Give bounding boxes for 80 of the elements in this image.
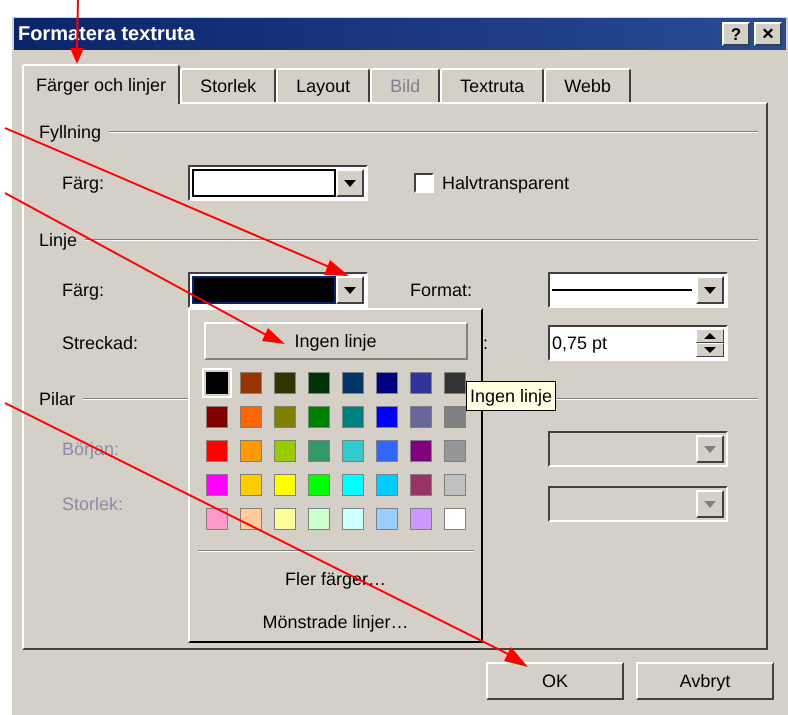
caret-icon xyxy=(344,286,356,294)
color-swatch[interactable] xyxy=(274,406,296,428)
tab[interactable]: Textruta xyxy=(440,68,544,102)
color-swatch[interactable] xyxy=(308,474,330,496)
close-button[interactable]: × xyxy=(754,22,782,46)
no-line-button[interactable]: Ingen linje xyxy=(204,322,468,360)
field-label: : xyxy=(483,332,488,354)
tab[interactable]: Storlek xyxy=(180,68,276,102)
color-swatch[interactable] xyxy=(308,440,330,462)
section-heading: Fyllning xyxy=(39,120,102,144)
weight-value: 0,75 pt xyxy=(552,332,608,355)
fill-color-dropdown[interactable] xyxy=(188,165,368,201)
color-swatch[interactable] xyxy=(274,474,296,496)
caret-icon xyxy=(344,180,356,186)
spin-down-button[interactable] xyxy=(696,343,724,357)
checkbox-label: Halvtransparent xyxy=(442,172,570,195)
color-swatch[interactable] xyxy=(410,372,432,394)
color-swatch[interactable] xyxy=(342,440,364,462)
dialog-button[interactable]: Avbryt xyxy=(636,662,774,700)
color-swatch[interactable] xyxy=(240,406,262,428)
color-swatch[interactable] xyxy=(444,406,466,428)
field-label: Format: xyxy=(410,278,472,302)
color-swatch[interactable] xyxy=(444,440,466,462)
color-swatch[interactable] xyxy=(376,440,398,462)
color-swatch[interactable] xyxy=(342,406,364,428)
color-swatch[interactable] xyxy=(376,474,398,496)
color-swatch[interactable] xyxy=(308,372,330,394)
tooltip: Ingen linje xyxy=(466,381,556,411)
color-swatch[interactable] xyxy=(444,474,466,496)
color-swatch[interactable] xyxy=(410,440,432,462)
dialog-button[interactable]: OK xyxy=(486,662,624,700)
color-swatch[interactable] xyxy=(206,508,228,530)
dropdown-button[interactable] xyxy=(336,276,364,304)
color-swatch[interactable] xyxy=(308,406,330,428)
color-swatch[interactable] xyxy=(410,508,432,530)
section-heading: Linje xyxy=(39,228,78,252)
color-swatch[interactable] xyxy=(240,372,262,394)
field-label: Streckad: xyxy=(62,332,138,354)
field-label: Färg: xyxy=(62,172,104,195)
dropdown-button[interactable] xyxy=(696,276,724,304)
caret-icon xyxy=(704,500,716,508)
color-swatch[interactable] xyxy=(206,406,228,428)
color-swatch[interactable] xyxy=(410,406,432,428)
line-format-dropdown[interactable] xyxy=(548,272,728,308)
color-swatch[interactable] xyxy=(342,372,364,394)
color-swatch[interactable] xyxy=(274,372,296,394)
patterned-lines-item[interactable]: Mönstrade linjer… xyxy=(262,609,409,636)
section-heading: Pilar xyxy=(39,388,76,410)
color-swatch[interactable] xyxy=(444,372,466,394)
help-button[interactable]: ? xyxy=(722,22,750,46)
color-swatch[interactable] xyxy=(342,508,364,530)
up-icon xyxy=(704,333,716,339)
dropdown-button[interactable] xyxy=(336,169,364,197)
color-swatch[interactable] xyxy=(274,440,296,462)
color-swatch[interactable] xyxy=(274,508,296,530)
color-swatch[interactable] xyxy=(376,372,398,394)
color-swatch[interactable] xyxy=(410,474,432,496)
field-label: Storlek: xyxy=(62,492,124,516)
color-swatch[interactable] xyxy=(342,474,364,496)
tab[interactable]: Färger och linjer xyxy=(22,64,180,104)
spin-up-button[interactable] xyxy=(696,329,724,343)
down-icon xyxy=(704,347,716,353)
color-swatch[interactable] xyxy=(444,508,466,530)
checkbox[interactable] xyxy=(414,173,434,193)
color-swatch[interactable] xyxy=(240,440,262,462)
color-swatch[interactable] xyxy=(240,474,262,496)
color-swatch[interactable] xyxy=(206,440,228,462)
line-color-dropdown[interactable] xyxy=(188,272,368,308)
weight-spin-field[interactable]: 0,75 pt xyxy=(548,325,728,361)
tab[interactable]: Webb xyxy=(544,68,631,102)
line-style-icon xyxy=(552,288,692,292)
tab[interactable]: Layout xyxy=(276,68,370,102)
color-swatch[interactable] xyxy=(206,474,228,496)
color-swatch[interactable] xyxy=(240,508,262,530)
caret-icon xyxy=(704,286,716,294)
color-swatch[interactable] xyxy=(376,508,398,530)
field-label: Färg: xyxy=(62,278,104,302)
caret-icon xyxy=(704,446,716,452)
color-swatch[interactable] xyxy=(308,508,330,530)
color-swatch[interactable] xyxy=(376,406,398,428)
